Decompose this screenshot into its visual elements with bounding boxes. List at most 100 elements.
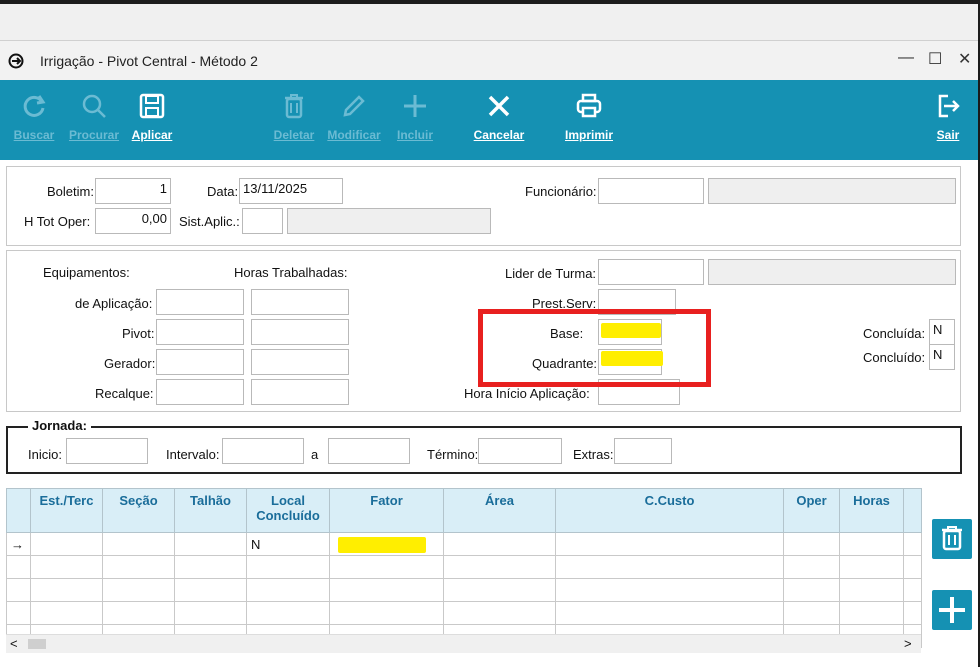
modificar-button[interactable]: Modificar xyxy=(322,80,386,160)
table-cell[interactable] xyxy=(174,601,247,625)
column-header[interactable]: Talhão xyxy=(174,488,247,533)
table-cell[interactable] xyxy=(555,555,784,579)
cancelar-label: Cancelar xyxy=(473,128,525,142)
table-cell[interactable] xyxy=(30,601,103,625)
lider-field[interactable] xyxy=(598,259,704,285)
table-cell[interactable] xyxy=(30,555,103,579)
data-field[interactable]: 13/11/2025 xyxy=(239,178,343,204)
table-cell[interactable] xyxy=(329,555,444,579)
recalque-horas-field[interactable] xyxy=(251,379,349,405)
extras-field[interactable] xyxy=(614,438,672,464)
concluida-field[interactable]: N xyxy=(929,319,955,345)
concluido-field[interactable]: N xyxy=(929,344,955,370)
cancelar-button[interactable]: Cancelar xyxy=(467,80,531,160)
local-concluido-cell[interactable]: N xyxy=(246,532,330,556)
inicio-field[interactable] xyxy=(66,438,148,464)
table-cell[interactable] xyxy=(102,601,175,625)
table-cell[interactable] xyxy=(174,532,247,556)
scroll-right-arrow[interactable]: > xyxy=(904,636,912,651)
column-header[interactable]: Fator xyxy=(329,488,444,533)
pivot-horas-field[interactable] xyxy=(251,319,349,345)
column-header[interactable]: Local Concluído xyxy=(246,488,330,533)
table-cell[interactable] xyxy=(443,578,556,602)
table-cell[interactable] xyxy=(246,578,330,602)
table-cell[interactable] xyxy=(783,555,840,579)
blank-area xyxy=(0,4,980,40)
imprimir-button[interactable]: Imprimir xyxy=(557,80,621,160)
table-cell[interactable] xyxy=(783,601,840,625)
column-header[interactable]: Oper xyxy=(783,488,840,533)
table-cell[interactable] xyxy=(839,555,904,579)
table-row[interactable] xyxy=(6,578,922,602)
equipment-panel: Equipamentos: Horas Trabalhadas: de Apli… xyxy=(6,250,961,412)
table-cell[interactable] xyxy=(246,555,330,579)
gerador-horas-field[interactable] xyxy=(251,349,349,375)
main-form: Boletim: 1 Data: 13/11/2025 Funcionário:… xyxy=(0,160,978,667)
buscar-button[interactable]: Buscar xyxy=(2,80,66,160)
intervalo-start-field[interactable] xyxy=(222,438,304,464)
column-header[interactable]: Seção xyxy=(102,488,175,533)
boletim-field[interactable]: 1 xyxy=(95,178,171,204)
procurar-button[interactable]: Procurar xyxy=(62,80,126,160)
termino-field[interactable] xyxy=(478,438,562,464)
aplicar-button[interactable]: Aplicar xyxy=(120,80,184,160)
deletar-button[interactable]: Deletar xyxy=(262,80,326,160)
table-cell[interactable] xyxy=(555,578,784,602)
table-cell[interactable] xyxy=(102,578,175,602)
table-cell[interactable] xyxy=(329,601,444,625)
jornada-title: Jornada: xyxy=(28,418,91,433)
table-cell[interactable] xyxy=(783,532,840,556)
delete-row-button[interactable] xyxy=(932,519,972,559)
table-cell xyxy=(6,555,31,579)
table-cell[interactable] xyxy=(102,532,175,556)
maximize-button[interactable]: ☐ xyxy=(928,49,942,69)
table-cell[interactable] xyxy=(443,601,556,625)
inicio-label: Inicio: xyxy=(28,447,62,462)
funcionario-field[interactable] xyxy=(598,178,704,204)
column-header[interactable]: Est./Terc xyxy=(30,488,103,533)
sair-button[interactable]: Sair xyxy=(916,80,980,160)
htot-field[interactable]: 0,00 xyxy=(95,208,171,234)
horizontal-scrollbar[interactable]: < > xyxy=(6,634,921,653)
table-cell[interactable] xyxy=(839,532,904,556)
minimize-button[interactable]: — xyxy=(898,49,914,67)
table-row[interactable]: → N xyxy=(6,532,922,556)
table-cell[interactable] xyxy=(443,532,556,556)
column-header[interactable]: C.Custo xyxy=(555,488,784,533)
close-button[interactable]: ✕ xyxy=(958,49,971,69)
table-cell[interactable] xyxy=(174,578,247,602)
table-cell[interactable] xyxy=(443,555,556,579)
filler-header xyxy=(903,488,922,533)
intervalo-end-field[interactable] xyxy=(328,438,410,464)
table-cell[interactable] xyxy=(30,578,103,602)
table-cell[interactable] xyxy=(839,578,904,602)
table-cell[interactable] xyxy=(246,601,330,625)
aplicacao-field[interactable] xyxy=(156,289,244,315)
table-row[interactable] xyxy=(6,555,922,579)
column-header[interactable]: Horas xyxy=(839,488,904,533)
pivot-field[interactable] xyxy=(156,319,244,345)
table-cell[interactable] xyxy=(174,555,247,579)
table-row[interactable] xyxy=(6,601,922,625)
aplicacao-horas-field[interactable] xyxy=(251,289,349,315)
table-cell[interactable] xyxy=(555,601,784,625)
red-annotation-box xyxy=(478,309,711,387)
table-cell[interactable] xyxy=(839,601,904,625)
incluir-button[interactable]: Incluir xyxy=(383,80,447,160)
table-cell[interactable] xyxy=(555,532,784,556)
search-icon xyxy=(82,94,106,118)
table-cell[interactable] xyxy=(329,578,444,602)
table-cell[interactable] xyxy=(30,532,103,556)
table-cell[interactable] xyxy=(783,578,840,602)
add-row-button[interactable] xyxy=(932,590,972,630)
scroll-thumb[interactable] xyxy=(28,639,46,649)
scroll-left-arrow[interactable]: < xyxy=(10,636,18,651)
htot-label: H Tot Oper: xyxy=(24,214,91,229)
gerador-field[interactable] xyxy=(156,349,244,375)
incluir-label: Incluir xyxy=(396,128,433,142)
fator-cell[interactable] xyxy=(329,532,444,556)
column-header[interactable]: Área xyxy=(443,488,556,533)
table-cell[interactable] xyxy=(102,555,175,579)
recalque-field[interactable] xyxy=(156,379,244,405)
sistaplic-field[interactable] xyxy=(242,208,283,234)
